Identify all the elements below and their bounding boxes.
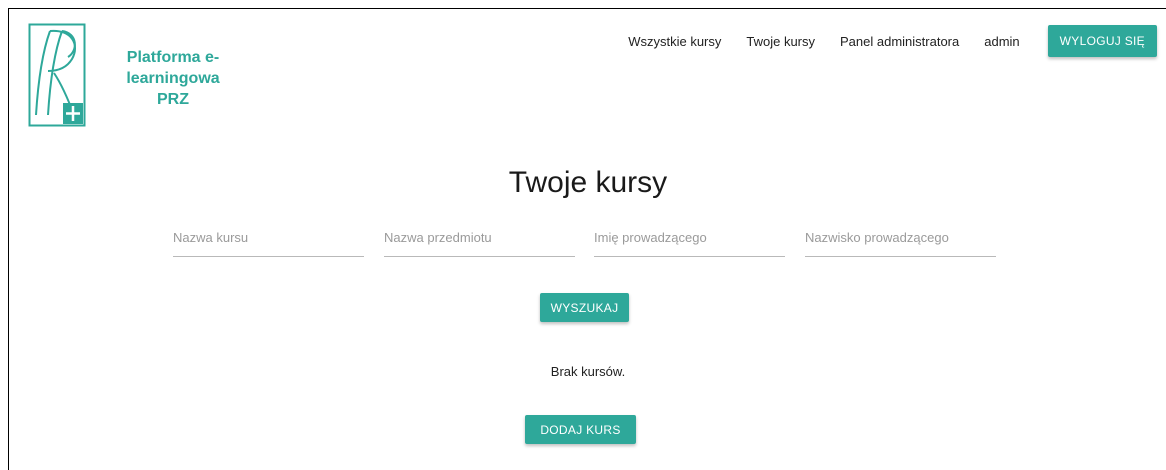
brand-name[interactable]: Platforma e-learningowa PRZ bbox=[88, 47, 258, 110]
logo-link[interactable] bbox=[28, 23, 86, 127]
nav-user[interactable]: admin bbox=[984, 34, 1019, 49]
teacher-last-name-input[interactable]: Nazwisko prowadzącego bbox=[805, 227, 996, 257]
teacher-first-name-input[interactable]: Imię prowadzącego bbox=[594, 227, 785, 257]
brand-name-line2: PRZ bbox=[157, 91, 189, 108]
add-course-button[interactable]: DODAJ KURS bbox=[525, 415, 636, 444]
brand-name-line1: Platforma e-learningowa bbox=[126, 49, 220, 87]
subject-name-input[interactable]: Nazwa przedmiotu bbox=[384, 227, 575, 257]
top-nav: Wszystkie kursy Twoje kursy Panel admini… bbox=[603, 25, 1157, 57]
nav-admin-panel[interactable]: Panel administratora bbox=[840, 34, 959, 49]
nav-your-courses[interactable]: Twoje kursy bbox=[746, 34, 815, 49]
page-title: Twoje kursy bbox=[508, 166, 668, 199]
empty-courses-message: Brak kursów. bbox=[550, 364, 626, 379]
nav-all-courses[interactable]: Wszystkie kursy bbox=[628, 34, 721, 49]
app-frame: Platforma e-learningowa PRZ Wszystkie ku… bbox=[8, 8, 1166, 470]
search-button[interactable]: WYSZUKAJ bbox=[540, 293, 629, 322]
prz-logo-icon bbox=[28, 23, 86, 127]
logout-button[interactable]: WYLOGUJ SIĘ bbox=[1047, 25, 1157, 57]
course-name-input[interactable]: Nazwa kursu bbox=[173, 227, 364, 257]
